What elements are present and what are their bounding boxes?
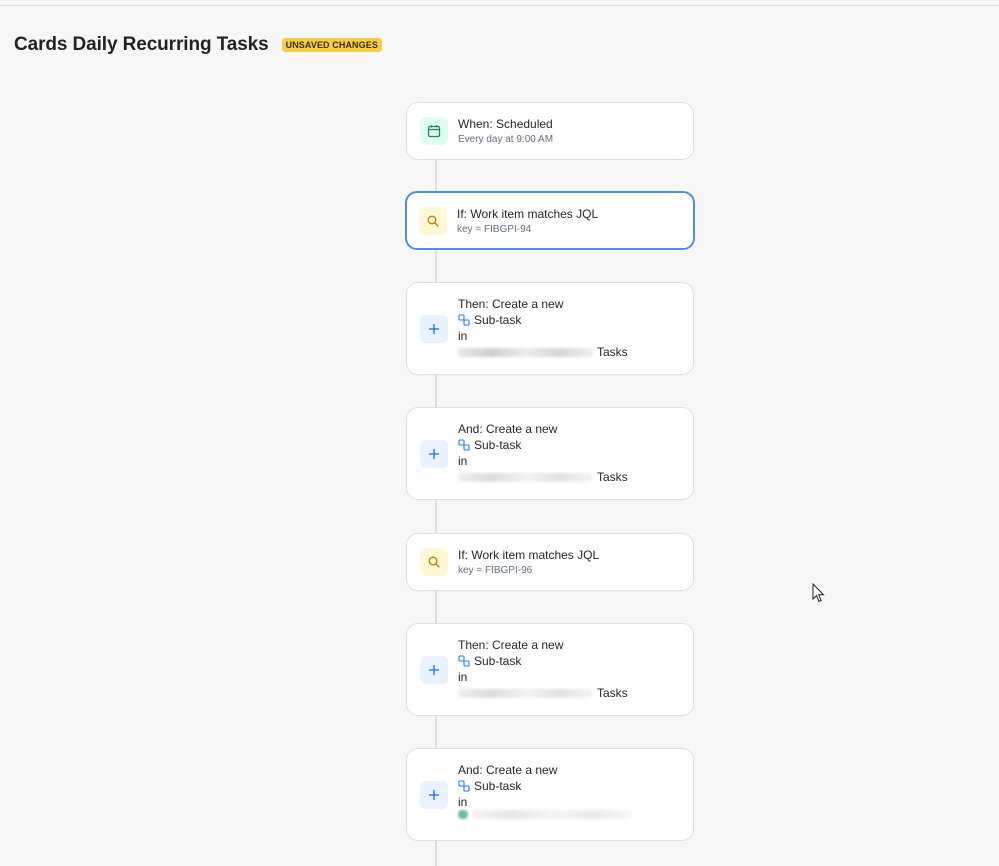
rule-action-card[interactable]: Then: Create a new Sub-task in Tasks [406,282,694,375]
issue-type-label: Sub-task [474,654,522,668]
issue-type: Sub-task [458,437,628,453]
in-label: in [458,795,468,809]
project-name: Tasks [458,469,628,485]
subtask-icon [458,780,470,792]
rule-action-card[interactable]: And: Create a new Sub-task in [406,748,694,841]
rule-action-card[interactable]: Then: Create a new Sub-task in Tasks [406,623,694,716]
in-label: in [458,670,468,684]
card-detail: key = FIBGPI-94 [457,224,532,235]
card-label: Then: Create a new [458,638,564,652]
card-label: If: Work item matches JQL [458,548,600,562]
subtask-icon [458,655,470,667]
issue-type-label: Sub-task [474,779,522,793]
page-header: Cards Daily Recurring Tasks UNSAVED CHAN… [14,34,382,56]
redacted-text [472,810,632,819]
rule-trigger-card[interactable]: When: Scheduled Every day at 9:00 AM [406,102,694,160]
top-divider [0,5,999,6]
card-detail: key = FIBGPI-96 [458,565,533,576]
card-label: And: Create a new [458,422,558,436]
page-title: Cards Daily Recurring Tasks [14,34,269,55]
rule-action-card[interactable]: And: Create a new Sub-task in Tasks [406,407,694,500]
rule-condition-card[interactable]: If: Work item matches JQL key = FIBGPI-9… [406,533,694,591]
card-detail: Every day at 9:00 AM [458,134,554,145]
issue-type: Sub-task [458,778,636,794]
plus-icon [420,781,448,809]
card-label: When: Scheduled [458,117,553,131]
redacted-text [458,472,593,482]
card-label: And: Create a new [458,763,558,777]
project-name: Tasks [458,685,628,701]
rule-condition-card[interactable]: If: Work item matches JQL key = FIBGPI-9… [405,191,695,250]
card-label: If: Work item matches JQL [457,207,599,221]
card-label: Then: Create a new [458,297,564,311]
issue-type: Sub-task [458,653,628,669]
project-name: Tasks [458,344,628,360]
plus-icon [420,315,448,343]
in-label: in [458,454,468,468]
plus-icon [420,440,448,468]
project-avatar [458,810,468,819]
in-label: in [458,329,468,343]
subtask-icon [458,439,470,451]
mouse-cursor-icon [812,582,826,608]
project-suffix: Tasks [597,470,628,484]
subtask-icon [458,314,470,326]
project-suffix: Tasks [597,686,628,700]
plus-icon [420,656,448,684]
redacted-text [458,688,593,698]
search-icon [419,207,447,235]
issue-type: Sub-task [458,312,628,328]
project-suffix: Tasks [597,345,628,359]
search-icon [420,548,448,576]
project-name [458,810,636,819]
issue-type-label: Sub-task [474,313,522,327]
redacted-text [458,347,593,357]
issue-type-label: Sub-task [474,438,522,452]
calendar-icon [420,117,448,145]
unsaved-changes-badge: UNSAVED CHANGES [281,38,382,52]
